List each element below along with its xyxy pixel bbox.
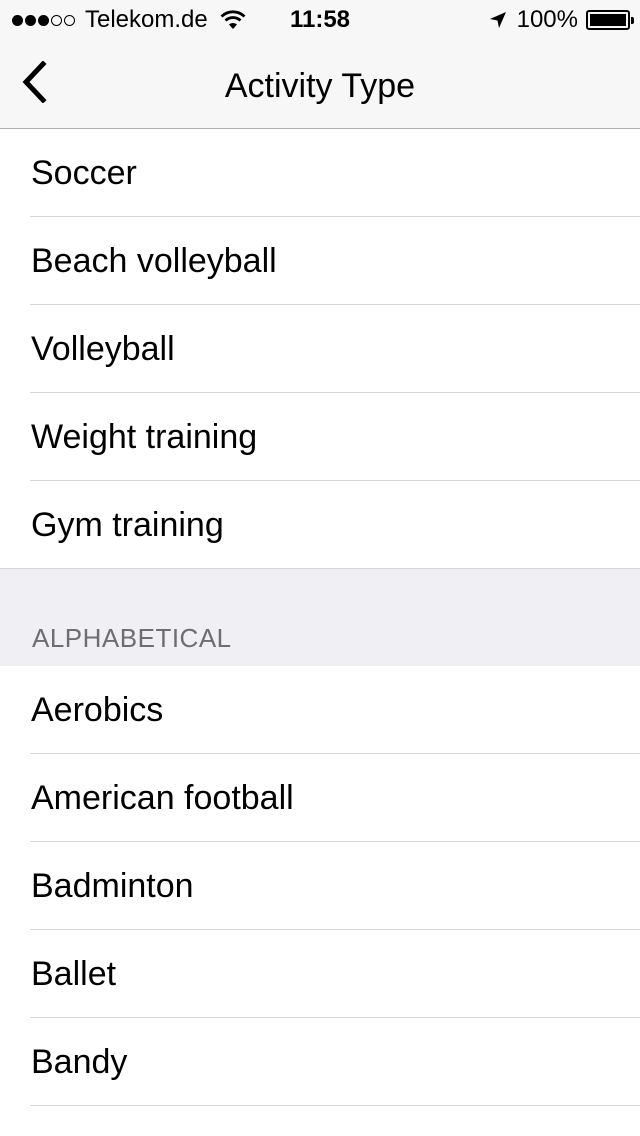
list-item-soccer[interactable]: Soccer (0, 129, 640, 217)
screen: Telekom.de 11:58 100% Activity Type Socc… (0, 0, 640, 1136)
section-header-label: ALPHABETICAL (32, 623, 232, 653)
battery-level (590, 14, 626, 26)
status-bar: Telekom.de 11:58 100% (0, 0, 640, 40)
list-item-ballet[interactable]: Ballet (0, 930, 640, 1018)
battery-nub (631, 17, 634, 24)
recent-activities-list: Soccer Beach volleyball Volleyball Weigh… (0, 129, 640, 569)
section-header-alphabetical: ALPHABETICAL (0, 569, 640, 667)
status-right: 100% (489, 0, 634, 40)
list-item-badminton[interactable]: Badminton (0, 842, 640, 930)
list-item-gym-training[interactable]: Gym training (0, 481, 640, 569)
battery-icon (586, 10, 634, 30)
list-item-bandy[interactable]: Bandy (0, 1018, 640, 1106)
list-item-weight-training[interactable]: Weight training (0, 393, 640, 481)
navigation-bar: Activity Type (0, 40, 640, 129)
list-item-aerobics[interactable]: Aerobics (0, 666, 640, 754)
battery-percentage: 100% (516, 6, 578, 33)
list-item-american-football[interactable]: American football (0, 754, 640, 842)
alphabetical-activities-list: Aerobics American football Badminton Bal… (0, 666, 640, 1106)
list-item-volleyball[interactable]: Volleyball (0, 305, 640, 393)
list-item-beach-volleyball[interactable]: Beach volleyball (0, 217, 640, 305)
page-title: Activity Type (224, 67, 416, 105)
location-arrow-icon (489, 11, 507, 29)
